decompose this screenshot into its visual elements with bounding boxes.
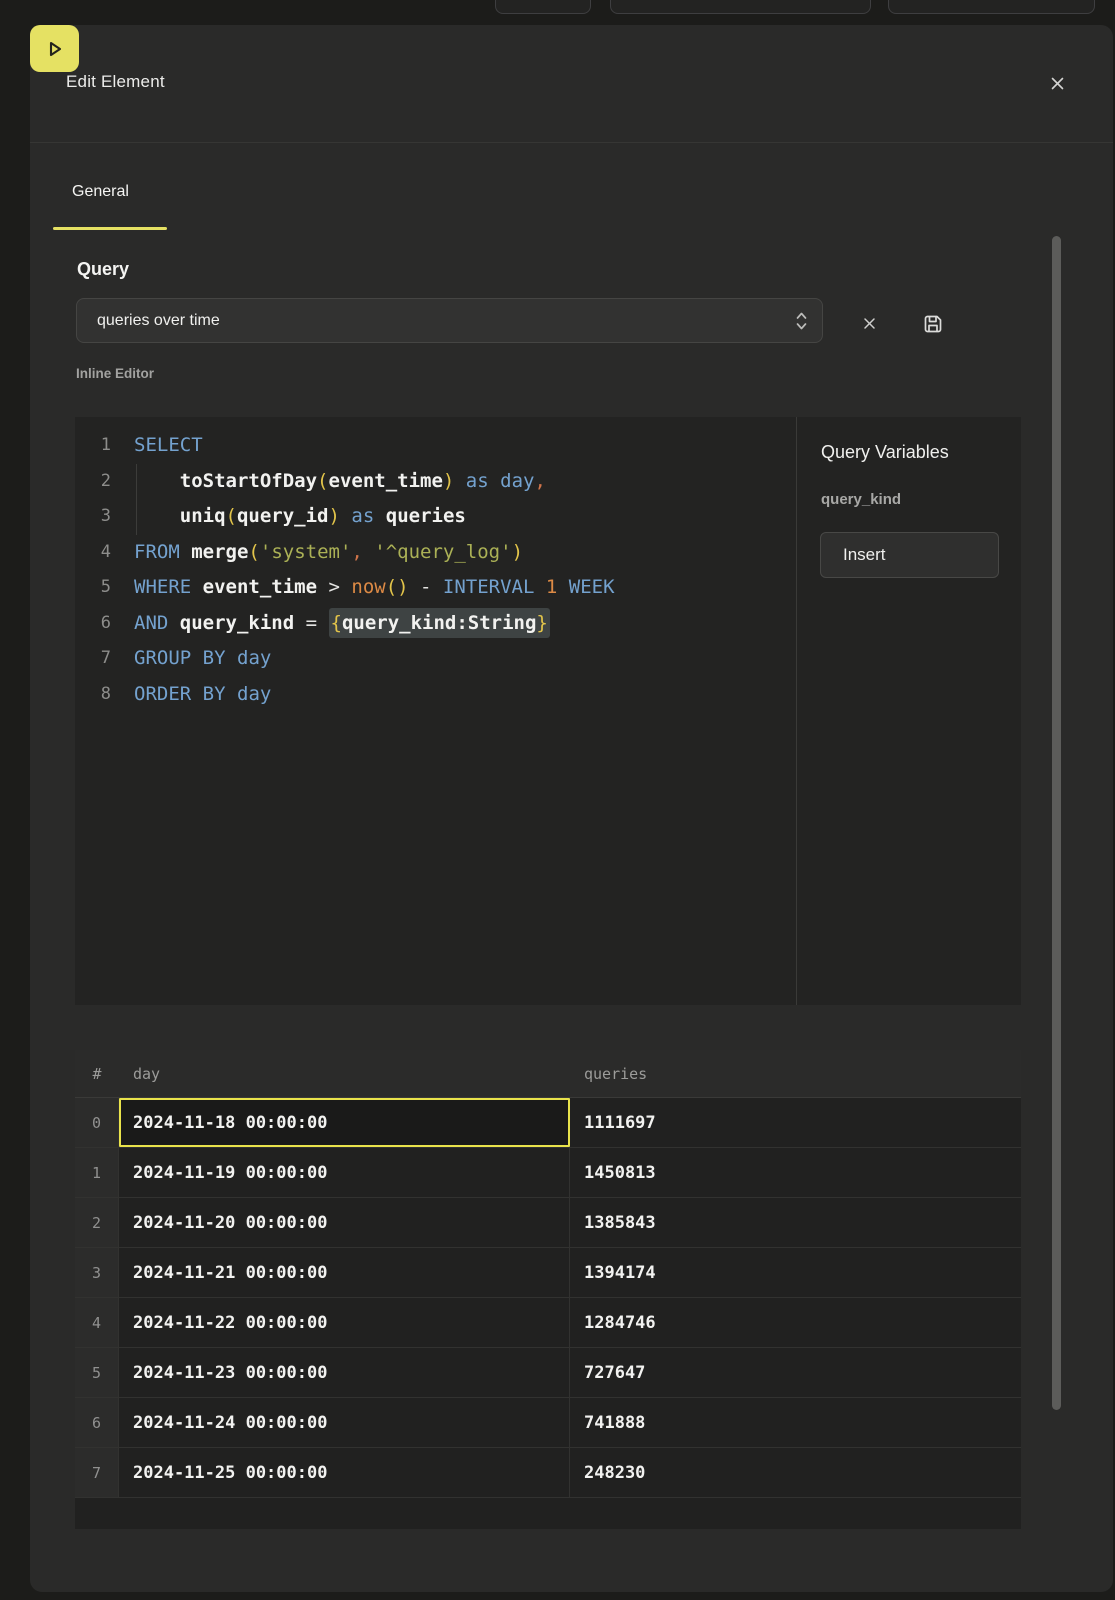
editor-code[interactable]: 1SELECT2 toStartOfDay(event_time) as day… [75,428,796,712]
row-index-cell[interactable]: 1 [75,1148,119,1197]
row-index-cell[interactable]: 4 [75,1298,119,1347]
row-index-cell[interactable]: 2 [75,1198,119,1247]
column-header-index[interactable]: # [75,1050,119,1097]
code-line[interactable]: 2 toStartOfDay(event_time) as day, [75,464,796,500]
day-cell-selected[interactable]: 2024-11-18 00:00:00 [119,1098,570,1147]
day-cell[interactable]: 2024-11-20 00:00:00 [119,1198,570,1247]
code-line[interactable]: 1SELECT [75,428,796,464]
line-number: 7 [75,641,111,677]
x-clear-icon [863,317,876,330]
sql-editor-panel: 1SELECT2 toStartOfDay(event_time) as day… [75,417,1021,1005]
queries-cell[interactable]: 741888 [570,1398,1021,1447]
column-header-day[interactable]: day [119,1050,570,1097]
line-number: 6 [75,606,111,642]
code-text: SELECT [111,428,203,464]
query-variables-panel: Query Variables query_kind Insert [796,417,1021,1005]
code-line[interactable]: 4FROM merge('system', '^query_log') [75,535,796,571]
day-cell[interactable]: 2024-11-19 00:00:00 [119,1148,570,1197]
variable-name-label: query_kind [821,491,901,508]
table-row: 22024-11-20 00:00:001385843 [75,1198,1021,1248]
query-select-value: queries over time [97,299,220,342]
results-table: # day queries 02024-11-18 00:00:00111169… [75,1050,1021,1529]
line-number: 8 [75,677,111,713]
query-select-dropdown[interactable]: queries over time [76,298,823,343]
line-number: 1 [75,428,111,464]
code-line[interactable]: 5WHERE event_time > now() - INTERVAL 1 W… [75,570,796,606]
table-row: 42024-11-22 00:00:001284746 [75,1298,1021,1348]
day-cell[interactable]: 2024-11-22 00:00:00 [119,1298,570,1347]
line-number: 3 [75,499,111,535]
modal-header: Edit Element [30,25,1113,143]
code-line[interactable]: 3 uniq(query_id) as queries [75,499,796,535]
tab-general[interactable]: General [72,183,129,201]
day-cell[interactable]: 2024-11-24 00:00:00 [119,1398,570,1447]
query-section-heading: Query [77,259,129,280]
code-text: WHERE event_time > now() - INTERVAL 1 WE… [111,570,615,606]
results-table-header: # day queries [75,1050,1021,1098]
code-line[interactable]: 6AND query_kind = {query_kind:String} [75,606,796,642]
row-index-cell[interactable]: 0 [75,1098,119,1147]
table-row: 32024-11-21 00:00:001394174 [75,1248,1021,1298]
queries-cell[interactable]: 248230 [570,1448,1021,1497]
code-text: AND query_kind = {query_kind:String} [111,606,550,642]
clear-query-button[interactable] [858,312,880,334]
code-text: ORDER BY day [111,677,271,713]
insert-variable-button[interactable]: Insert [820,532,999,578]
code-line[interactable]: 8ORDER BY day [75,677,796,713]
line-number: 4 [75,535,111,571]
close-icon [1050,76,1065,91]
modal-scrollbar[interactable] [1052,236,1061,1410]
queries-cell[interactable]: 1284746 [570,1298,1021,1347]
tab-active-underline [53,227,167,230]
close-button[interactable] [1045,71,1069,95]
day-cell[interactable]: 2024-11-25 00:00:00 [119,1448,570,1497]
inline-editor-label: Inline Editor [76,366,154,381]
line-number: 2 [75,464,111,500]
background-button-fragment[interactable] [888,0,1095,14]
code-text: uniq(query_id) as queries [111,499,466,535]
chevron-up-down-icon [795,309,808,333]
line-number: 5 [75,570,111,606]
save-query-button[interactable] [920,311,946,337]
code-text: toStartOfDay(event_time) as day, [111,464,546,500]
queries-cell[interactable]: 1111697 [570,1098,1021,1147]
modal-title: Edit Element [66,72,165,92]
queries-cell[interactable]: 1394174 [570,1248,1021,1297]
queries-cell[interactable]: 727647 [570,1348,1021,1397]
indent-guide [136,464,137,535]
results-rows: 02024-11-18 00:00:00111169712024-11-19 0… [75,1098,1021,1498]
day-cell[interactable]: 2024-11-23 00:00:00 [119,1348,570,1397]
code-text: FROM merge('system', '^query_log') [111,535,523,571]
row-index-cell[interactable]: 5 [75,1348,119,1397]
background-button-fragment[interactable] [495,0,591,14]
table-filler [75,1498,1021,1529]
queries-cell[interactable]: 1385843 [570,1198,1021,1247]
floppy-disk-icon [921,312,945,336]
queries-cell[interactable]: 1450813 [570,1148,1021,1197]
row-index-cell[interactable]: 3 [75,1248,119,1297]
day-cell[interactable]: 2024-11-21 00:00:00 [119,1248,570,1297]
table-row: 02024-11-18 00:00:001111697 [75,1098,1021,1148]
row-index-cell[interactable]: 6 [75,1398,119,1447]
table-row: 62024-11-24 00:00:00741888 [75,1398,1021,1448]
code-text: GROUP BY day [111,641,271,677]
column-header-queries[interactable]: queries [570,1050,1021,1097]
row-index-cell[interactable]: 7 [75,1448,119,1497]
query-variables-heading: Query Variables [821,442,949,463]
screen: Edit Element General Query queries over … [0,0,1115,1600]
edit-element-modal: Edit Element General Query queries over … [30,25,1113,1592]
code-line[interactable]: 7GROUP BY day [75,641,796,677]
table-row: 12024-11-19 00:00:001450813 [75,1148,1021,1198]
table-row: 72024-11-25 00:00:00248230 [75,1448,1021,1498]
background-button-fragment[interactable] [610,0,871,14]
table-row: 52024-11-23 00:00:00727647 [75,1348,1021,1398]
